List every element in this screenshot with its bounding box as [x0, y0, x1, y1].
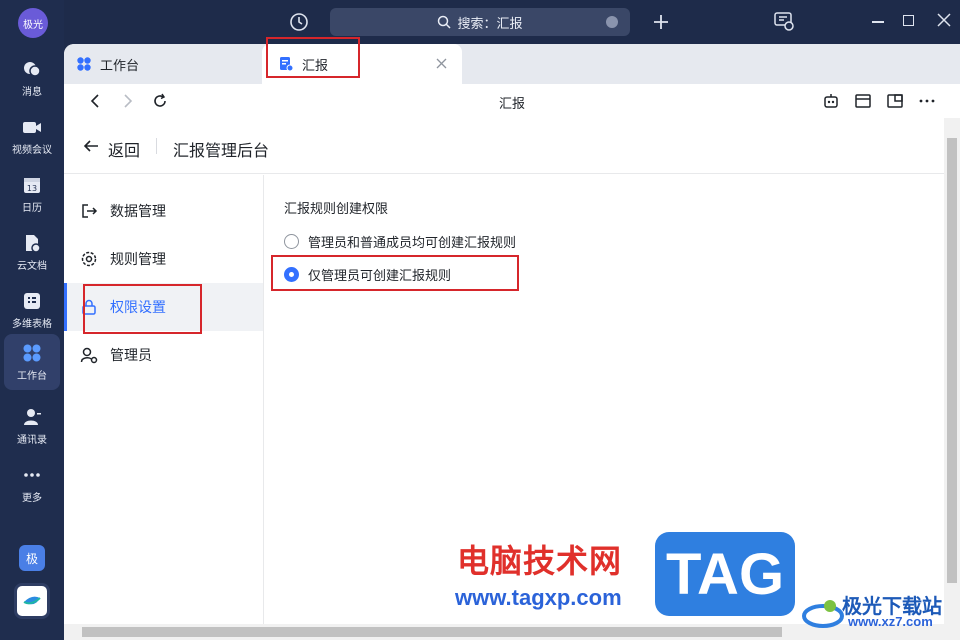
- rail-item-label: 通讯录: [17, 434, 47, 446]
- highlight-box-tab: [266, 37, 360, 78]
- radio-option-all-members[interactable]: 管理员和普通成员均可创建汇报规则: [284, 232, 516, 251]
- gear-icon: [80, 250, 98, 268]
- rail-item-label: 消息: [22, 86, 42, 98]
- more-options-icon[interactable]: [918, 93, 936, 109]
- app-rail: 极光 消息 视频会议 13 日历 云文档 多维表格 工作台 通讯录 更多 极: [0, 0, 64, 640]
- admin-menu: 数据管理 规则管理 权限设置 管理员: [64, 175, 264, 624]
- rail-item-label: 工作台: [17, 370, 47, 382]
- user-avatar[interactable]: 极光: [18, 8, 48, 38]
- rail-item-docs[interactable]: 云文档: [4, 224, 60, 280]
- window-icon[interactable]: [854, 93, 872, 109]
- notification-icon[interactable]: [773, 10, 795, 32]
- rail-item-calendar[interactable]: 13 日历: [4, 166, 60, 222]
- menu-item-label: 数据管理: [110, 203, 166, 219]
- search-text: 搜索：汇报: [457, 15, 523, 31]
- radio-label: 管理员和普通成员均可创建汇报规则: [308, 235, 517, 250]
- history-icon[interactable]: [288, 11, 310, 33]
- watermark-brand-url: www.xz7.com: [848, 614, 933, 629]
- workspace-icon: [76, 56, 92, 72]
- export-icon: [80, 202, 98, 220]
- rail-item-contacts[interactable]: 通讯录: [4, 398, 60, 454]
- radio-unchecked[interactable]: [284, 234, 299, 249]
- more-icon: [22, 465, 42, 485]
- cloud-doc-icon: [22, 233, 42, 253]
- rail-item-label: 视频会议: [12, 144, 52, 156]
- header-divider: [156, 138, 157, 154]
- menu-item-rules[interactable]: 规则管理: [64, 235, 263, 283]
- brand-swirl-icon: [802, 600, 844, 628]
- robot-icon[interactable]: [822, 93, 840, 109]
- rail-item-label: 更多: [22, 492, 42, 504]
- page-header: 返回 汇报管理后台: [64, 118, 944, 174]
- scrollbar-thumb[interactable]: [947, 138, 957, 583]
- highlight-box-menu: [83, 284, 202, 334]
- page-title: 汇报管理后台: [173, 143, 270, 160]
- chat-icon: [22, 59, 42, 79]
- menu-item-data[interactable]: 数据管理: [64, 187, 263, 235]
- watermark-site-url: www.tagxp.com: [455, 585, 622, 610]
- minimize-icon[interactable]: [872, 21, 884, 23]
- rail-item-more[interactable]: 更多: [4, 456, 60, 512]
- tab-label: 工作台: [100, 57, 140, 73]
- menu-item-label: 管理员: [110, 347, 152, 363]
- menu-item-admins[interactable]: 管理员: [64, 331, 263, 379]
- watermark-tag-logo: TAG: [655, 532, 795, 616]
- rail-item-label: 日历: [22, 202, 42, 214]
- plus-icon[interactable]: [650, 11, 672, 33]
- close-window-icon[interactable]: [936, 12, 952, 28]
- menu-item-label: 规则管理: [110, 251, 166, 267]
- app-logo-icon: [23, 596, 41, 605]
- back-arrow-icon[interactable]: [82, 138, 100, 154]
- scrollbar-thumb[interactable]: [82, 627, 782, 637]
- search-input[interactable]: 搜索：汇报: [330, 8, 630, 36]
- rail-item-label: 云文档: [17, 260, 47, 272]
- rail-item-video[interactable]: 视频会议: [4, 108, 60, 164]
- table-icon: [22, 291, 42, 311]
- contacts-icon: [22, 407, 42, 427]
- watermark-site-name: 电脑技术网: [457, 543, 623, 579]
- app-logo[interactable]: [14, 583, 50, 619]
- tab-workspace[interactable]: 工作台: [64, 44, 262, 84]
- rail-item-bitable[interactable]: 多维表格: [4, 282, 60, 338]
- split-view-icon[interactable]: [886, 93, 904, 109]
- back-button[interactable]: 返回: [108, 137, 140, 161]
- tab-strip: 工作台 汇报: [64, 44, 960, 84]
- admin-icon: [80, 346, 98, 364]
- nav-bar: 汇报: [64, 84, 960, 118]
- vertical-scrollbar[interactable]: [944, 118, 960, 624]
- workspace-icon: [22, 343, 42, 363]
- rail-item-label: 多维表格: [12, 318, 52, 330]
- maximize-icon[interactable]: [903, 15, 914, 26]
- rail-item-messages[interactable]: 消息: [4, 50, 60, 106]
- clear-search-icon[interactable]: [606, 16, 618, 28]
- calendar-day: 13: [27, 184, 37, 193]
- highlight-box-option: [271, 255, 519, 291]
- calendar-icon: 13: [22, 175, 42, 195]
- video-icon: [22, 117, 42, 137]
- search-icon: [437, 15, 452, 29]
- close-tab-icon[interactable]: [435, 57, 448, 70]
- title-bar: 搜索：汇报: [64, 0, 960, 44]
- tenant-badge[interactable]: 极: [19, 545, 45, 571]
- rail-item-workspace[interactable]: 工作台: [4, 334, 60, 390]
- section-title: 汇报规则创建权限: [284, 201, 389, 216]
